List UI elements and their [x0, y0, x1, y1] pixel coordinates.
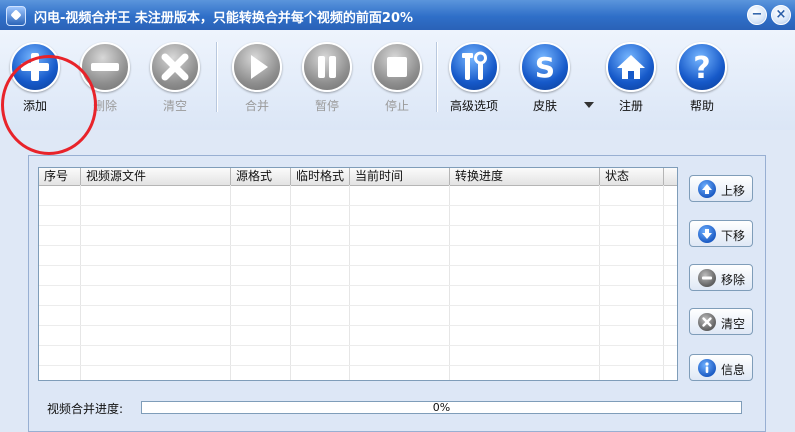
title-bar: 闪电-视频合并王 未注册版本，只能转换合并每个视频的前面20% − × — [0, 0, 795, 30]
stop-button[interactable]: 停止 — [367, 42, 427, 118]
toolbar: 添加 删除 清空 合并 暂停 停止 高级选项 S 皮肤 注册 ? 帮助 — [0, 30, 795, 130]
merge-progress-bar: 0% — [141, 401, 742, 414]
grid-line — [230, 185, 231, 380]
arrow-down-icon — [698, 225, 716, 243]
clear-button[interactable]: 清空 — [145, 42, 205, 118]
merge-button[interactable]: 合并 — [227, 42, 287, 118]
column-header-source-format[interactable]: 源格式 — [231, 168, 291, 185]
stop-button-label: 停止 — [384, 99, 409, 113]
column-header-index[interactable]: 序号 — [39, 168, 81, 185]
window-title: 闪电-视频合并王 未注册版本，只能转换合并每个视频的前面20% — [34, 11, 414, 26]
grid-line — [349, 185, 350, 380]
x-icon — [698, 313, 716, 331]
grid-line — [39, 265, 677, 266]
minimize-button[interactable]: − — [747, 5, 767, 25]
minus-icon — [80, 42, 130, 92]
grid-line — [39, 325, 677, 326]
stop-icon — [372, 42, 422, 92]
file-list-header: 序号 视频源文件 源格式 临时格式 当前时间 转换进度 状态 — [39, 168, 677, 186]
file-list[interactable]: 序号 视频源文件 源格式 临时格式 当前时间 转换进度 状态 — [38, 167, 678, 381]
grid-line — [39, 285, 677, 286]
move-up-label: 上移 — [721, 184, 746, 198]
close-button[interactable]: × — [771, 5, 791, 25]
merge-progress-label: 视频合并进度: — [47, 402, 124, 416]
merge-progress-value: 0% — [432, 401, 451, 414]
move-down-label: 下移 — [721, 229, 746, 243]
info-label: 信息 — [721, 363, 746, 377]
delete-button[interactable]: 删除 — [75, 42, 135, 118]
help-button-label: 帮助 — [689, 99, 714, 113]
skin-dropdown-arrow-icon[interactable] — [584, 102, 594, 108]
remove-label: 移除 — [721, 273, 746, 287]
skin-button[interactable]: S 皮肤 — [515, 42, 575, 118]
column-header-source-file[interactable]: 视频源文件 — [81, 168, 231, 185]
move-up-button[interactable]: 上移 — [689, 175, 753, 202]
grid-line — [599, 185, 600, 380]
grid-line — [39, 305, 677, 306]
grid-line — [449, 185, 450, 380]
info-button[interactable]: 信息 — [689, 354, 753, 381]
grid-line — [39, 345, 677, 346]
plus-icon — [10, 42, 60, 92]
column-header-current-time[interactable]: 当前时间 — [350, 168, 450, 185]
advanced-options-label: 高级选项 — [449, 99, 498, 113]
skin-button-label: 皮肤 — [532, 99, 557, 113]
grid-line — [39, 365, 677, 366]
svg-text:S: S — [535, 51, 555, 84]
skin-s-icon: S — [520, 42, 570, 92]
grid-line — [39, 225, 677, 226]
side-clear-button[interactable]: 清空 — [689, 308, 753, 335]
toolbar-separator — [216, 42, 218, 112]
question-icon: ? — [677, 42, 727, 92]
clear-button-label: 清空 — [162, 99, 187, 113]
add-button[interactable]: 添加 — [5, 42, 65, 118]
home-icon — [606, 42, 656, 92]
move-down-button[interactable]: 下移 — [689, 220, 753, 247]
toolbar-separator — [436, 42, 438, 112]
side-clear-label: 清空 — [721, 317, 746, 331]
grid-line — [39, 245, 677, 246]
info-icon — [698, 359, 716, 377]
advanced-options-button[interactable]: 高级选项 — [444, 42, 504, 118]
grid-line — [663, 185, 664, 380]
column-header-temp-format[interactable]: 临时格式 — [291, 168, 350, 185]
app-icon — [6, 6, 26, 26]
help-button[interactable]: ? 帮助 — [672, 42, 732, 118]
merge-button-label: 合并 — [244, 99, 269, 113]
play-icon — [232, 42, 282, 92]
grid-line — [290, 185, 291, 380]
add-button-label: 添加 — [22, 99, 47, 113]
delete-button-label: 删除 — [92, 99, 117, 113]
register-button[interactable]: 注册 — [601, 42, 661, 118]
register-button-label: 注册 — [618, 99, 643, 113]
grid-line — [80, 185, 81, 380]
svg-text:?: ? — [693, 51, 710, 86]
column-header-status[interactable]: 状态 — [600, 168, 664, 185]
grid-line — [39, 205, 677, 206]
x-icon — [150, 42, 200, 92]
tools-icon — [449, 42, 499, 92]
column-header-progress[interactable]: 转换进度 — [450, 168, 600, 185]
pause-button[interactable]: 暂停 — [297, 42, 357, 118]
arrow-up-icon — [698, 180, 716, 198]
pause-button-label: 暂停 — [314, 99, 339, 113]
pause-icon — [302, 42, 352, 92]
remove-button[interactable]: 移除 — [689, 264, 753, 291]
minus-icon — [698, 269, 716, 287]
